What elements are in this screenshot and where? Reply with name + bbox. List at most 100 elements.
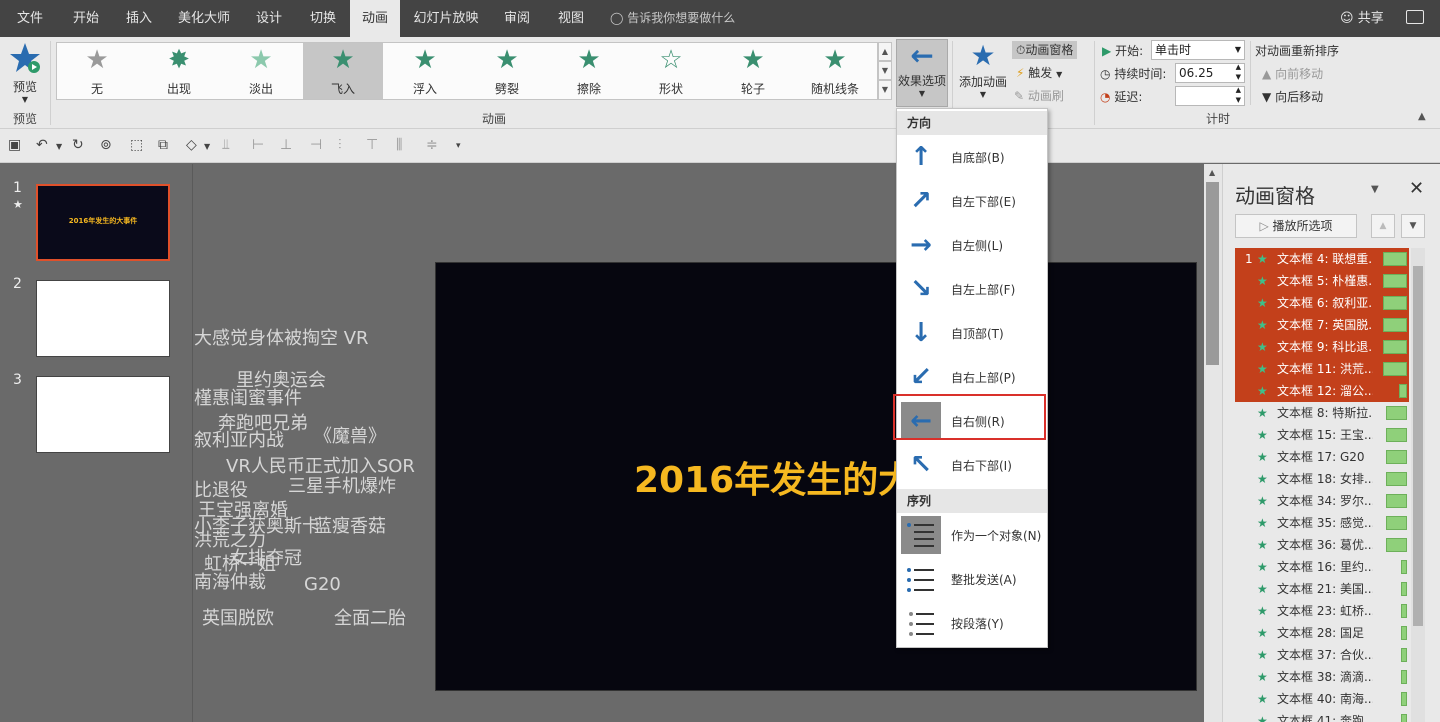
- effect-options-button[interactable]: ← 效果选项 ▼: [896, 39, 948, 107]
- tab-view[interactable]: 视图: [548, 0, 594, 37]
- animation-list-item[interactable]: ★ 文本框 8: 特斯拉...: [1235, 402, 1409, 424]
- animation-pane-button[interactable]: ⏱动画窗格: [1012, 41, 1078, 59]
- floating-text[interactable]: G20: [304, 574, 341, 595]
- gallery-item-appear[interactable]: ✸ 出现: [139, 43, 219, 99]
- align-top-icon[interactable]: ⊤: [366, 137, 378, 153]
- timing-bar[interactable]: [1383, 274, 1407, 288]
- gallery-more[interactable]: ▼: [878, 80, 892, 100]
- duration-input[interactable]: 06.25 ▲ ▼: [1175, 63, 1245, 83]
- slide[interactable]: 2016年发生的大: [435, 262, 1197, 691]
- tab-beautify[interactable]: 美化大师: [172, 0, 236, 37]
- floating-text[interactable]: 槿惠闺蜜事件: [194, 384, 302, 410]
- animation-list-item[interactable]: ★ 文本框 6: 叙利亚...: [1235, 292, 1409, 314]
- comment-icon[interactable]: [1406, 10, 1424, 24]
- collapse-ribbon-icon[interactable]: ▲: [1418, 111, 1426, 122]
- timing-bar[interactable]: [1386, 450, 1407, 464]
- seq-by-paragraph[interactable]: 按段落(Y): [897, 601, 1047, 645]
- move-up-button[interactable]: ▲: [1371, 214, 1395, 238]
- timing-bar[interactable]: [1401, 604, 1407, 618]
- animation-list-item[interactable]: ★ 文本框 23: 虹桥...: [1235, 600, 1409, 622]
- canvas-scrollbar[interactable]: ▲: [1204, 164, 1222, 722]
- tab-insert[interactable]: 插入: [116, 0, 162, 37]
- timing-bar[interactable]: [1383, 252, 1407, 266]
- move-earlier-button[interactable]: ▲ 向前移动: [1262, 65, 1323, 82]
- timing-bar[interactable]: [1401, 692, 1407, 706]
- distribute-h-icon[interactable]: ⫶: [338, 137, 342, 153]
- slide-thumb-2[interactable]: [36, 280, 170, 357]
- animation-list-item[interactable]: ★ 文本框 38: 滴滴...: [1235, 666, 1409, 688]
- animation-list-item[interactable]: ★ 文本框 17: G20: [1235, 446, 1409, 468]
- floating-text[interactable]: 南海仲裁: [194, 568, 266, 594]
- redo-icon[interactable]: ↻: [72, 137, 84, 153]
- distribute-v-icon[interactable]: ⫼: [396, 137, 402, 153]
- animation-list-item[interactable]: ★ 文本框 15: 王宝...: [1235, 424, 1409, 446]
- format-icon[interactable]: ⊚: [100, 137, 112, 153]
- gallery-scroll-down[interactable]: ▼: [878, 61, 892, 80]
- chevron-down-icon[interactable]: ▼: [204, 142, 210, 151]
- scroll-thumb[interactable]: [1206, 182, 1219, 365]
- timing-bar[interactable]: [1386, 428, 1407, 442]
- align-middle-icon[interactable]: ≑: [426, 137, 438, 153]
- timing-bar[interactable]: [1401, 560, 1407, 574]
- direction-from-top[interactable]: ↓ 自顶部(T): [897, 311, 1047, 355]
- gallery-item-shape[interactable]: ☆ 形状: [631, 43, 711, 99]
- gallery-item-wipe[interactable]: ★ 擦除: [549, 43, 629, 99]
- timing-bar[interactable]: [1386, 494, 1407, 508]
- animation-list-item[interactable]: ★ 文本框 9: 科比退...: [1235, 336, 1409, 358]
- move-down-button[interactable]: ▼: [1401, 214, 1425, 238]
- customize-qat-icon[interactable]: ▾: [456, 141, 461, 151]
- animation-list-item[interactable]: ★ 文本框 35: 感觉...: [1235, 512, 1409, 534]
- tell-me-box[interactable]: ◯ 告诉我你想要做什么: [610, 0, 735, 37]
- spinner-icon[interactable]: ▲ ▼: [1236, 85, 1241, 105]
- gallery-item-floatin[interactable]: ★ 浮入: [385, 43, 465, 99]
- direction-from-bottom[interactable]: ↑ 自底部(B): [897, 135, 1047, 179]
- animation-list-item[interactable]: ★ 文本框 40: 南海...: [1235, 688, 1409, 710]
- chevron-down-icon[interactable]: ▼: [56, 142, 62, 151]
- gallery-scroll-up[interactable]: ▲: [878, 42, 892, 61]
- animation-list-item[interactable]: ★ 文本框 28: 国足: [1235, 622, 1409, 644]
- slide-title[interactable]: 2016年发生的大: [634, 451, 914, 503]
- save-icon[interactable]: ▣: [8, 137, 21, 153]
- gallery-item-wheel[interactable]: ★ 轮子: [713, 43, 793, 99]
- play-selected-button[interactable]: ▷ 播放所选项: [1235, 214, 1357, 238]
- align-bottom-icon[interactable]: ⫫: [222, 137, 230, 153]
- shape-icon[interactable]: ◇: [186, 137, 197, 153]
- pane-options-icon[interactable]: ▼: [1371, 184, 1379, 195]
- spinner-icon[interactable]: ▲ ▼: [1236, 62, 1241, 82]
- animation-list-item[interactable]: ★ 文本框 41: 奔跑...: [1235, 710, 1409, 722]
- timing-bar[interactable]: [1401, 582, 1407, 596]
- tab-review[interactable]: 审阅: [494, 0, 540, 37]
- list-scroll-thumb[interactable]: [1413, 266, 1423, 626]
- align-center-icon[interactable]: ⊥: [280, 137, 292, 153]
- timing-bar[interactable]: [1401, 714, 1407, 722]
- close-icon[interactable]: ✕: [1409, 178, 1424, 199]
- timing-bar[interactable]: [1383, 296, 1407, 310]
- floating-text[interactable]: 三星手机爆炸: [288, 472, 396, 498]
- align-left-icon[interactable]: ⊢: [252, 137, 264, 153]
- direction-from-top-right[interactable]: ↙ 自右上部(P): [897, 355, 1047, 399]
- animation-list-item[interactable]: ★ 文本框 37: 合伙...: [1235, 644, 1409, 666]
- tab-file[interactable]: 文件: [8, 0, 52, 37]
- direction-from-left[interactable]: → 自左侧(L): [897, 223, 1047, 267]
- animation-list-item[interactable]: ★ 文本框 18: 女排...: [1235, 468, 1409, 490]
- move-later-button[interactable]: ▼ 向后移动: [1262, 88, 1323, 105]
- seq-as-one-object[interactable]: 作为一个对象(N): [897, 513, 1047, 557]
- timing-bar[interactable]: [1399, 384, 1407, 398]
- animation-list-item[interactable]: ★ 文本框 11: 洪荒...: [1235, 358, 1409, 380]
- add-animation-button[interactable]: ★ 添加动画 ▼: [956, 39, 1010, 107]
- direction-from-top-left[interactable]: ↘ 自左上部(F): [897, 267, 1047, 311]
- align-right-icon[interactable]: ⊣: [310, 137, 322, 153]
- tab-home[interactable]: 开始: [62, 0, 110, 37]
- timing-bar[interactable]: [1386, 516, 1407, 530]
- select-icon[interactable]: ⬚: [130, 137, 143, 153]
- tab-animations[interactable]: 动画: [350, 0, 400, 39]
- animation-list-item[interactable]: ★ 文本框 21: 美国...: [1235, 578, 1409, 600]
- direction-from-bottom-right[interactable]: ↖ 自右下部(I): [897, 443, 1047, 487]
- preview-button[interactable]: 预览 ▼: [4, 41, 46, 107]
- slide-thumb-3[interactable]: [36, 376, 170, 453]
- animation-list-item[interactable]: ★ 文本框 36: 葛优...: [1235, 534, 1409, 556]
- timing-bar[interactable]: [1386, 538, 1407, 552]
- direction-from-bottom-left[interactable]: ↗ 自左下部(E): [897, 179, 1047, 223]
- trigger-button[interactable]: ⚡ 触发 ▼: [1016, 64, 1062, 81]
- group-icon[interactable]: ⧉: [158, 137, 168, 153]
